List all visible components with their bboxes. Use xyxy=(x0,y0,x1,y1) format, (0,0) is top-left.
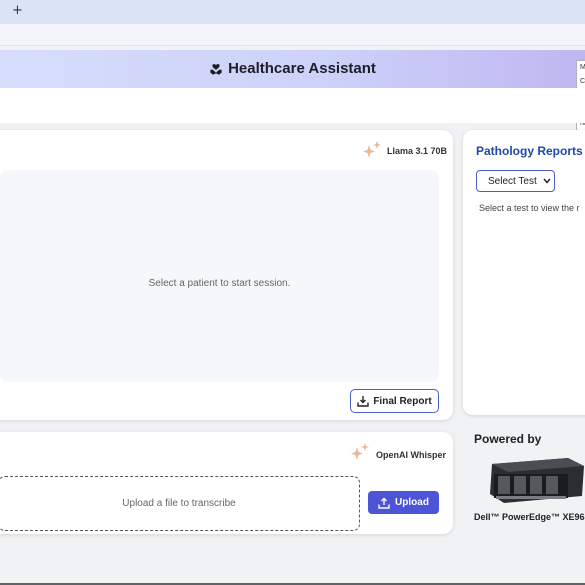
new-tab-button[interactable]: + xyxy=(12,3,23,18)
dropdown-option[interactable]: M xyxy=(577,61,585,75)
session-placeholder: Select a patient to start session. xyxy=(148,278,291,289)
transcribe-card: OpenAI Whisper Upload a file to transcri… xyxy=(0,432,453,534)
session-card: Llama 3.1 70B Select a patient to start … xyxy=(0,130,453,420)
dropdown-option[interactable]: C xyxy=(577,75,585,89)
browser-address-bar[interactable] xyxy=(0,24,585,46)
select-test-label: Select Test xyxy=(488,175,537,187)
sparkle-icon xyxy=(363,141,381,158)
final-report-button[interactable]: Final Report xyxy=(350,389,439,413)
select-test-dropdown[interactable]: Select Test xyxy=(476,170,555,192)
upload-icon xyxy=(378,497,390,509)
pathology-card: Pathology Reports Select Test Select a t… xyxy=(463,130,585,415)
server-image xyxy=(490,458,584,503)
select-test-hint: Select a test to view the r xyxy=(479,203,580,213)
page-title-text: Healthcare Assistant xyxy=(228,60,376,77)
final-report-label: Final Report xyxy=(373,395,432,407)
chevron-down-icon xyxy=(543,178,551,184)
page-title: Healthcare Assistant xyxy=(0,60,585,77)
download-icon xyxy=(357,396,370,407)
upload-label: Upload xyxy=(395,497,429,508)
upload-dropzone[interactable]: Upload a file to transcribe xyxy=(0,476,360,531)
toolbar-band xyxy=(0,88,585,123)
sparkle-icon xyxy=(351,443,369,460)
app-header: Healthcare Assistant xyxy=(0,50,585,88)
asr-model-label: OpenAI Whisper xyxy=(376,450,447,460)
pathology-title: Pathology Reports xyxy=(476,144,583,158)
dropzone-text: Upload a file to transcribe xyxy=(122,498,236,509)
upload-button[interactable]: Upload xyxy=(368,491,439,514)
chat-session-area: Select a patient to start session. xyxy=(0,170,439,382)
llm-model-label: Llama 3.1 70B xyxy=(387,146,448,156)
heart-hands-icon xyxy=(210,64,222,75)
server-product-name: Dell™ PowerEdge™ XE968 xyxy=(474,512,585,522)
browser-tab-strip: + xyxy=(0,0,585,24)
powered-by-heading: Powered by xyxy=(474,432,542,446)
app-page: Healthcare Assistant M C N N N M N Llama… xyxy=(0,46,585,585)
